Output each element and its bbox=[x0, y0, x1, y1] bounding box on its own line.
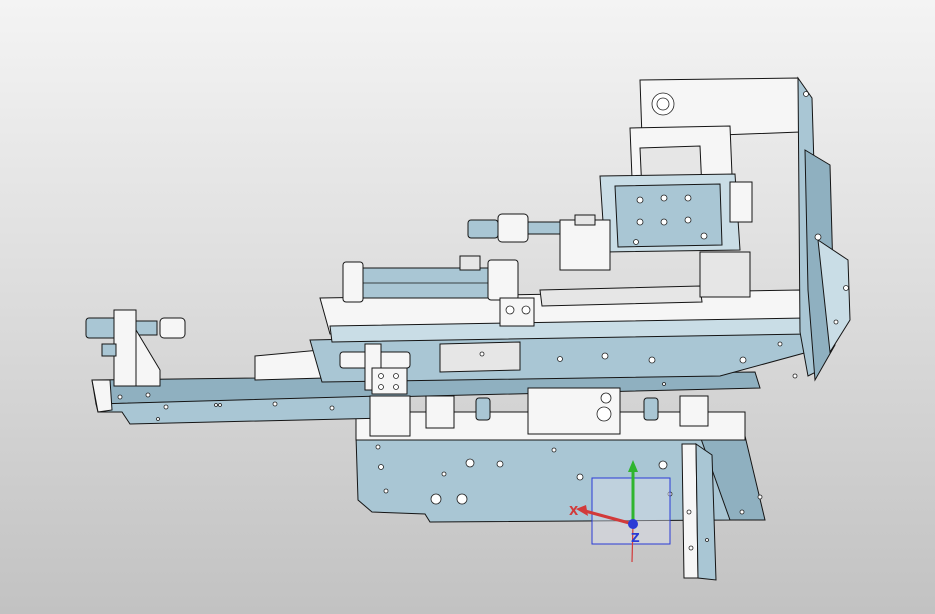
triad-z-label: Z bbox=[631, 531, 640, 545]
left-end-adjuster[interactable] bbox=[85, 309, 186, 387]
triad-x-label: X bbox=[569, 504, 579, 518]
3d-viewport[interactable]: X Z bbox=[0, 0, 935, 614]
gripper-carriage[interactable] bbox=[559, 125, 753, 298]
vertical-end-bracket[interactable] bbox=[681, 443, 717, 581]
triad-origin bbox=[628, 519, 638, 529]
cad-model-view[interactable]: X Z bbox=[0, 0, 935, 614]
